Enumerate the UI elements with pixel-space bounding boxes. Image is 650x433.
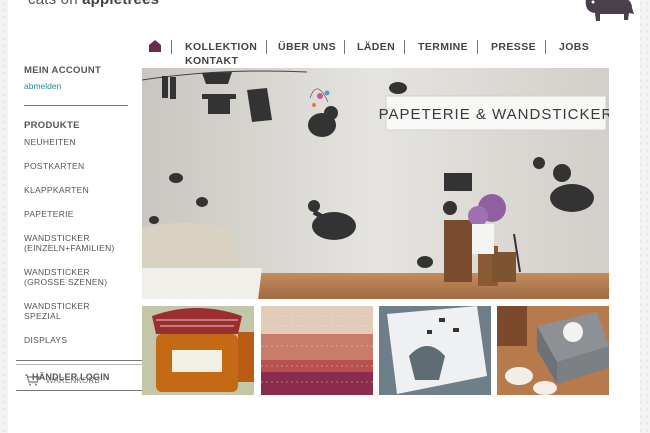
sidebar: MEIN ACCOUNT abmelden PRODUKTE NEUHEITEN… — [24, 65, 144, 345]
thumb-jam-image — [142, 306, 254, 395]
hero-illustration: PAPETERIE & WANDSTICKER — [142, 68, 609, 299]
divider — [16, 390, 142, 391]
hero-banner[interactable]: PAPETERIE & WANDSTICKER — [142, 68, 609, 299]
site-logo[interactable]: cats on appletrees — [28, 0, 159, 8]
logo-name: appletrees — [82, 0, 159, 8]
cart-icon[interactable] — [24, 374, 40, 386]
nav-separator — [545, 40, 546, 54]
main-nav: KOLLEKTION ÜBER UNS LÄDEN TERMINE PRESSE… — [148, 40, 618, 70]
cat-logo-icon[interactable] — [580, 0, 636, 24]
cart-link[interactable]: WARENKORB — [46, 376, 100, 385]
divider — [16, 364, 142, 365]
sidebar-item-neuheiten[interactable]: NEUHEITEN — [24, 137, 144, 147]
hero-banner-text: PAPETERIE & WANDSTICKER — [379, 106, 609, 123]
nav-item-kontakt[interactable]: KONTAKT — [185, 55, 238, 67]
nav-item-kollektion[interactable]: KOLLEKTION — [185, 41, 257, 53]
sidebar-item-klappkarten[interactable]: KLAPPKARTEN — [24, 185, 144, 195]
sidebar-item-displays[interactable]: DISPLAYS — [24, 335, 144, 345]
logout-link[interactable]: abmelden — [24, 81, 144, 91]
nav-item-ueber-uns[interactable]: ÜBER UNS — [278, 41, 336, 53]
nav-item-termine[interactable]: TERMINE — [418, 41, 468, 53]
logo-prefix: cats on — [28, 0, 78, 8]
divider — [24, 105, 128, 106]
nav-separator — [344, 40, 345, 54]
sidebar-item-postkarten[interactable]: POSTKARTEN — [24, 161, 144, 171]
thumb-notebook-image — [379, 306, 491, 395]
nav-separator — [266, 40, 267, 54]
products-title: PRODUKTE — [24, 120, 80, 131]
sidebar-item-wandsticker-gross[interactable]: WANDSTICKER (GROSSE SZENEN) — [24, 267, 124, 287]
page: cats on appletrees MEIN ACCOUNT abmelden… — [8, 0, 640, 433]
thumb-fabric-image — [261, 306, 373, 395]
nav-item-presse[interactable]: PRESSE — [491, 41, 536, 53]
thumb-fabric[interactable] — [261, 306, 373, 395]
nav-separator — [477, 40, 478, 54]
thumb-gift-box[interactable] — [497, 306, 609, 395]
sidebar-item-wandsticker-einzeln[interactable]: WANDSTICKER (EINZELN+FAMILIEN) — [24, 233, 124, 253]
sidebar-item-wandsticker-spezial[interactable]: WANDSTICKER SPEZIAL — [24, 301, 104, 321]
thumb-notebook[interactable] — [379, 306, 491, 395]
thumb-jam-jars[interactable] — [142, 306, 254, 395]
nav-separator — [171, 40, 172, 54]
product-menu: NEUHEITEN POSTKARTEN KLAPPKARTEN PAPETER… — [24, 137, 144, 345]
nav-item-jobs[interactable]: JOBS — [559, 41, 589, 53]
home-icon[interactable] — [149, 40, 161, 52]
thumb-gift-image — [497, 306, 609, 395]
nav-item-laeden[interactable]: LÄDEN — [357, 41, 395, 53]
nav-separator — [404, 40, 405, 54]
account-title: MEIN ACCOUNT — [24, 65, 102, 76]
divider — [16, 360, 142, 361]
sidebar-item-papeterie[interactable]: PAPETERIE — [24, 209, 144, 219]
